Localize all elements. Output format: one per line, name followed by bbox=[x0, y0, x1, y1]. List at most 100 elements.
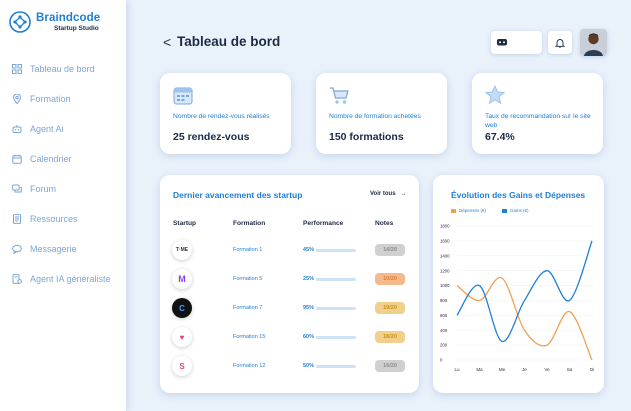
card-title: Dernier avancement des startup bbox=[173, 190, 303, 200]
y-tick-label: 400 bbox=[440, 328, 448, 333]
y-tick-label: 1600 bbox=[440, 238, 450, 243]
sidebar-item-forum[interactable]: Forum bbox=[12, 174, 111, 204]
formation-link[interactable]: Formation 1 bbox=[233, 247, 262, 253]
startup-logo-text: M bbox=[178, 274, 186, 284]
calendar-icon bbox=[173, 87, 193, 105]
performance-value: 25% bbox=[303, 276, 315, 282]
brand[interactable]: Braindcode Startup Studio bbox=[8, 10, 100, 34]
sidebar-item-label: Agent Ai bbox=[30, 124, 64, 134]
gains-depenses-chart-card: Évolution des Gains et Dépenses Dépenses… bbox=[433, 175, 604, 393]
startup-logo: ♥ bbox=[172, 327, 192, 347]
sidebar-item-agent-ia-generaliste[interactable]: Agent IA généraliste bbox=[12, 264, 111, 294]
x-tick-label: Lu bbox=[454, 367, 460, 372]
y-tick-label: 0 bbox=[440, 358, 443, 363]
cart-icon bbox=[330, 87, 349, 104]
y-tick-label: 200 bbox=[440, 343, 448, 348]
performance-value: 50% bbox=[303, 363, 315, 369]
sidebar-item-label: Ressources bbox=[30, 214, 78, 224]
performance-bar bbox=[316, 336, 356, 339]
location-icon bbox=[12, 94, 22, 104]
stat-card-rendez-vous: Nombre de rendez-vous réalisés 25 rendez… bbox=[160, 73, 291, 154]
agent-document-icon bbox=[12, 274, 22, 284]
bell-icon bbox=[555, 38, 565, 48]
column-header-performance: Performance bbox=[303, 220, 344, 227]
sidebar-item-calendrier[interactable]: Calendrier bbox=[12, 144, 111, 174]
sidebar-item-ressources[interactable]: Ressources bbox=[12, 204, 111, 234]
note-badge: 19/20 bbox=[375, 302, 405, 314]
table-row[interactable]: M Formation 5 25% 10/20 bbox=[160, 269, 419, 291]
stat-card-recommandation: Taux de recommandation sur le site web 6… bbox=[472, 73, 603, 154]
startup-logo: M bbox=[172, 269, 192, 289]
startup-logo-text: S bbox=[179, 361, 185, 371]
performance-bar-fill bbox=[316, 365, 336, 368]
series-line bbox=[456, 276, 593, 361]
brand-name: Braindcode bbox=[36, 12, 101, 24]
see-all-label: Voir tous bbox=[370, 191, 396, 197]
robot-assistant-button[interactable] bbox=[491, 31, 542, 54]
sidebar-item-label: Tableau de bord bbox=[30, 64, 95, 74]
robot-icon bbox=[497, 39, 507, 46]
line-chart: 0 200 400 600 800 1000 1200 1400 1600 1800 Lu Ma Me J… bbox=[440, 224, 594, 372]
column-header-formation: Formation bbox=[233, 220, 266, 227]
column-header-notes: Notes bbox=[375, 220, 394, 227]
startup-logo: S bbox=[172, 356, 192, 376]
notification-button[interactable] bbox=[548, 31, 572, 54]
stat-value: 25 rendez-vous bbox=[173, 131, 250, 143]
note-badge: 18/20 bbox=[375, 331, 405, 343]
page-title: Tableau de bord bbox=[177, 34, 281, 49]
y-tick-label: 1400 bbox=[440, 253, 450, 258]
x-tick-label: Sa bbox=[567, 367, 573, 372]
startup-progress-card: Dernier avancement des startup Voir tous… bbox=[160, 175, 419, 393]
robot-icon bbox=[12, 125, 22, 133]
performance-bar bbox=[316, 365, 356, 368]
formation-link[interactable]: Formation 12 bbox=[233, 363, 265, 369]
chat-icon bbox=[12, 184, 22, 193]
calendar-icon bbox=[12, 154, 22, 164]
sidebar: Braindcode Startup Studio Tableau de bor… bbox=[0, 0, 126, 411]
table-row[interactable]: T·ME Formation 1 45% 14/20 bbox=[160, 240, 419, 262]
performance-bar-fill bbox=[316, 278, 326, 281]
formation-link[interactable]: Formation 5 bbox=[233, 276, 262, 282]
x-tick-label: Me bbox=[499, 367, 506, 372]
formation-link[interactable]: Formation 7 bbox=[233, 305, 262, 311]
stat-label: Taux de recommandation sur le site web bbox=[485, 113, 591, 129]
sidebar-nav: Tableau de bord Formation Agent Ai Calen… bbox=[12, 54, 111, 294]
performance-bar bbox=[316, 278, 356, 281]
performance-bar-fill bbox=[316, 336, 340, 339]
back-button[interactable]: < bbox=[163, 34, 171, 50]
performance-value: 95% bbox=[303, 305, 315, 311]
see-all-link[interactable]: Voir tous → bbox=[370, 191, 406, 197]
startup-logo-text: C bbox=[179, 303, 185, 313]
performance-bar bbox=[316, 249, 356, 252]
startup-logo: T·ME bbox=[172, 240, 192, 260]
x-tick-label: Ma bbox=[476, 367, 483, 372]
column-header-startup: Startup bbox=[173, 220, 197, 227]
formation-link[interactable]: Formation 15 bbox=[233, 334, 265, 340]
sidebar-item-formation[interactable]: Formation bbox=[12, 84, 111, 114]
sidebar-item-tableau-de-bord[interactable]: Tableau de bord bbox=[12, 54, 111, 84]
table-row[interactable]: ♥ Formation 15 60% 18/20 bbox=[160, 327, 419, 349]
message-icon bbox=[12, 244, 22, 254]
y-tick-label: 1800 bbox=[440, 224, 450, 229]
sidebar-item-label: Calendrier bbox=[30, 154, 72, 164]
y-tick-label: 600 bbox=[440, 313, 448, 318]
user-avatar[interactable] bbox=[580, 29, 607, 56]
performance-bar-fill bbox=[316, 307, 354, 310]
sidebar-item-label: Messagerie bbox=[30, 244, 77, 254]
sidebar-item-agent-ai[interactable]: Agent Ai bbox=[12, 114, 111, 144]
note-badge: 10/20 bbox=[375, 273, 405, 285]
x-tick-label: Ve bbox=[544, 367, 550, 372]
sidebar-item-messagerie[interactable]: Messagerie bbox=[12, 234, 111, 264]
y-tick-label: 800 bbox=[440, 298, 448, 303]
table-row[interactable]: C Formation 7 95% 19/20 bbox=[160, 298, 419, 320]
stat-card-formations: Nombre de formation achetées 150 formati… bbox=[316, 73, 447, 154]
arrow-right-icon: → bbox=[400, 191, 407, 197]
performance-value: 60% bbox=[303, 334, 315, 340]
y-tick-label: 1000 bbox=[440, 283, 450, 288]
performance-bar bbox=[316, 307, 356, 310]
stat-label: Nombre de rendez-vous réalisés bbox=[173, 113, 270, 120]
table-row[interactable]: S Formation 12 50% 15/20 bbox=[160, 356, 419, 378]
stat-value: 67.4% bbox=[485, 131, 515, 143]
stat-label: Nombre de formation achetées bbox=[329, 113, 421, 120]
user-photo-icon bbox=[580, 29, 607, 56]
